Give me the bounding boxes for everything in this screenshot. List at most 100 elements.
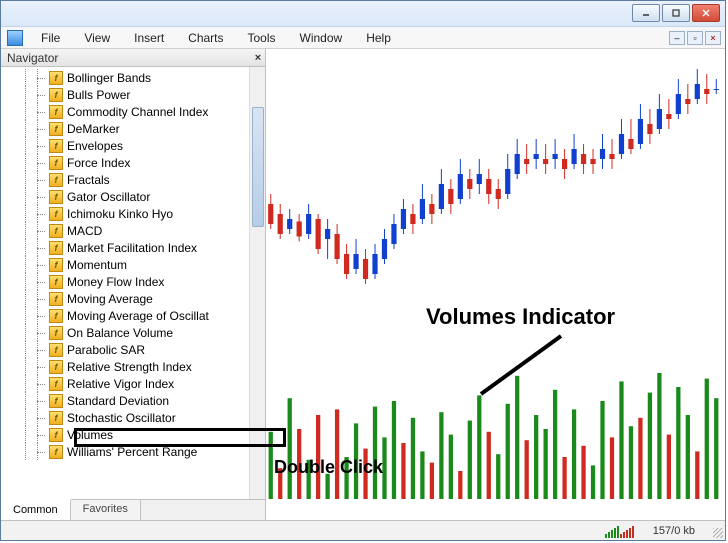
indicator-item-momentum[interactable]: f Momentum xyxy=(1,256,265,273)
indicator-item-on-balance-volume[interactable]: f On Balance Volume xyxy=(1,324,265,341)
indicator-item-williams-percent-range[interactable]: fWilliams' Percent Range xyxy=(1,443,265,460)
indicator-icon: f xyxy=(49,122,63,136)
indicator-item-bulls-power[interactable]: f Bulls Power xyxy=(1,86,265,103)
indicator-item-gator-oscillator[interactable]: f Gator Oscillator xyxy=(1,188,265,205)
indicator-icon: f xyxy=(49,360,63,374)
indicator-icon: f xyxy=(49,275,63,289)
connection-bars-icon xyxy=(605,524,643,538)
indicator-label: Williams' Percent Range xyxy=(67,445,197,459)
indicator-label: Envelopes xyxy=(67,139,123,153)
menu-tools[interactable]: Tools xyxy=(238,29,286,47)
indicator-icon: f xyxy=(49,241,63,255)
indicator-icon: f xyxy=(49,139,63,153)
indicator-icon: f xyxy=(49,343,63,357)
status-transfer: 157/0 kb xyxy=(653,525,695,537)
indicator-item-parabolic-sar[interactable]: f Parabolic SAR xyxy=(1,341,265,358)
window-close-button[interactable] xyxy=(692,4,720,22)
indicator-item-macd[interactable]: fMACD xyxy=(1,222,265,239)
indicator-icon: f xyxy=(49,309,63,323)
navigator-close-button[interactable]: × xyxy=(251,51,265,65)
annotation-volumes-indicator: Volumes Indicator xyxy=(426,304,615,330)
indicator-item-stochastic-oscillator[interactable]: f Stochastic Oscillator xyxy=(1,409,265,426)
indicator-label: Bulls Power xyxy=(67,88,130,102)
indicator-label: Stochastic Oscillator xyxy=(67,411,176,425)
indicator-label: Standard Deviation xyxy=(67,394,169,408)
navigator-header: Navigator × xyxy=(1,49,265,67)
indicator-item-relative-vigor-index[interactable]: f Relative Vigor Index xyxy=(1,375,265,392)
indicator-item-demarker[interactable]: f DeMarker xyxy=(1,120,265,137)
indicator-icon: f xyxy=(49,394,63,408)
indicator-label: Momentum xyxy=(67,258,127,272)
titlebar xyxy=(1,1,725,27)
indicator-label: Bollinger Bands xyxy=(67,71,151,85)
navigator-tabs: Common Favorites xyxy=(1,499,265,521)
indicator-label: Relative Vigor Index xyxy=(67,377,174,391)
window-minimize-button[interactable] xyxy=(632,4,660,22)
indicator-icon: f xyxy=(49,292,63,306)
indicator-item-envelopes[interactable]: f Envelopes xyxy=(1,137,265,154)
navigator-tree[interactable]: f Bollinger Bands f Bulls Power f Commodity C… xyxy=(1,67,265,499)
indicator-icon: f xyxy=(49,258,63,272)
indicator-label: Market Facilitation Index xyxy=(67,241,197,255)
indicator-item-commodity-channel-index[interactable]: f Commodity Channel Index xyxy=(1,103,265,120)
mdi-restore-button[interactable]: ▫ xyxy=(687,31,703,45)
indicator-icon: f xyxy=(49,71,63,85)
navigator-scrollbar[interactable] xyxy=(249,67,265,499)
indicator-icon: f xyxy=(49,326,63,340)
indicator-label: Commodity Channel Index xyxy=(67,105,208,119)
indicator-icon: f xyxy=(49,156,63,170)
indicator-label: On Balance Volume xyxy=(67,326,173,340)
indicator-icon: f xyxy=(49,88,63,102)
indicator-icon: f xyxy=(49,428,63,442)
indicator-item-volumes[interactable]: f Volumes xyxy=(1,426,265,443)
indicator-item-money-flow-index[interactable]: f Money Flow Index xyxy=(1,273,265,290)
indicator-label: DeMarker xyxy=(67,122,120,136)
indicator-item-standard-deviation[interactable]: f Standard Deviation xyxy=(1,392,265,409)
indicator-item-moving-average-of-oscillat[interactable]: f Moving Average of Oscillat xyxy=(1,307,265,324)
indicator-label: Fractals xyxy=(67,173,110,187)
menu-charts[interactable]: Charts xyxy=(178,29,233,47)
indicator-label: Volumes xyxy=(67,428,113,442)
indicator-item-market-facilitation-index[interactable]: f Market Facilitation Index xyxy=(1,239,265,256)
mdi-close-button[interactable]: × xyxy=(705,31,721,45)
indicator-icon: f xyxy=(49,377,63,391)
indicator-item-bollinger-bands[interactable]: f Bollinger Bands xyxy=(1,69,265,86)
chart-area[interactable]: Volumes Indicator Double Click xyxy=(266,49,725,521)
indicator-label: Parabolic SAR xyxy=(67,343,145,357)
indicator-icon: f xyxy=(49,105,63,119)
indicator-label: MACD xyxy=(67,224,102,238)
resize-grip[interactable] xyxy=(709,524,723,538)
indicator-label: Moving Average xyxy=(67,292,153,306)
menu-window[interactable]: Window xyxy=(290,29,353,47)
mdi-minimize-button[interactable]: ‒ xyxy=(669,31,685,45)
annotation-arrow xyxy=(461,334,581,414)
menu-view[interactable]: View xyxy=(74,29,120,47)
menu-file[interactable]: File xyxy=(31,29,70,47)
statusbar: 157/0 kb xyxy=(1,520,725,540)
indicator-label: Relative Strength Index xyxy=(67,360,192,374)
navigator-scroll-thumb[interactable] xyxy=(252,107,264,227)
indicator-icon: f xyxy=(49,173,63,187)
indicator-item-fractals[interactable]: f Fractals xyxy=(1,171,265,188)
navigator-tab-common[interactable]: Common xyxy=(1,499,71,521)
indicator-item-moving-average[interactable]: f Moving Average xyxy=(1,290,265,307)
indicator-label: Force Index xyxy=(67,156,130,170)
app-window: File View Insert Charts Tools Window Hel… xyxy=(0,0,726,541)
navigator-pane: Navigator × f Bollinger Bands f Bulls Power… xyxy=(1,49,266,521)
indicator-item-relative-strength-index[interactable]: f Relative Strength Index xyxy=(1,358,265,375)
indicator-icon: f xyxy=(49,190,63,204)
menu-insert[interactable]: Insert xyxy=(124,29,174,47)
annotation-double-click: Double Click xyxy=(274,457,383,478)
indicator-label: Money Flow Index xyxy=(67,275,164,289)
indicator-item-ichimoku-kinko-hyo[interactable]: fIchimoku Kinko Hyo xyxy=(1,205,265,222)
indicator-label: Moving Average of Oscillat xyxy=(67,309,209,323)
indicator-label: Gator Oscillator xyxy=(67,190,150,204)
window-buttons xyxy=(632,4,720,22)
indicator-item-force-index[interactable]: f Force Index xyxy=(1,154,265,171)
navigator-tab-favorites[interactable]: Favorites xyxy=(71,500,141,521)
window-maximize-button[interactable] xyxy=(662,4,690,22)
indicator-icon: f xyxy=(49,207,63,221)
indicator-icon: f xyxy=(49,411,63,425)
menu-help[interactable]: Help xyxy=(356,29,401,47)
candlestick-chart xyxy=(266,59,721,309)
